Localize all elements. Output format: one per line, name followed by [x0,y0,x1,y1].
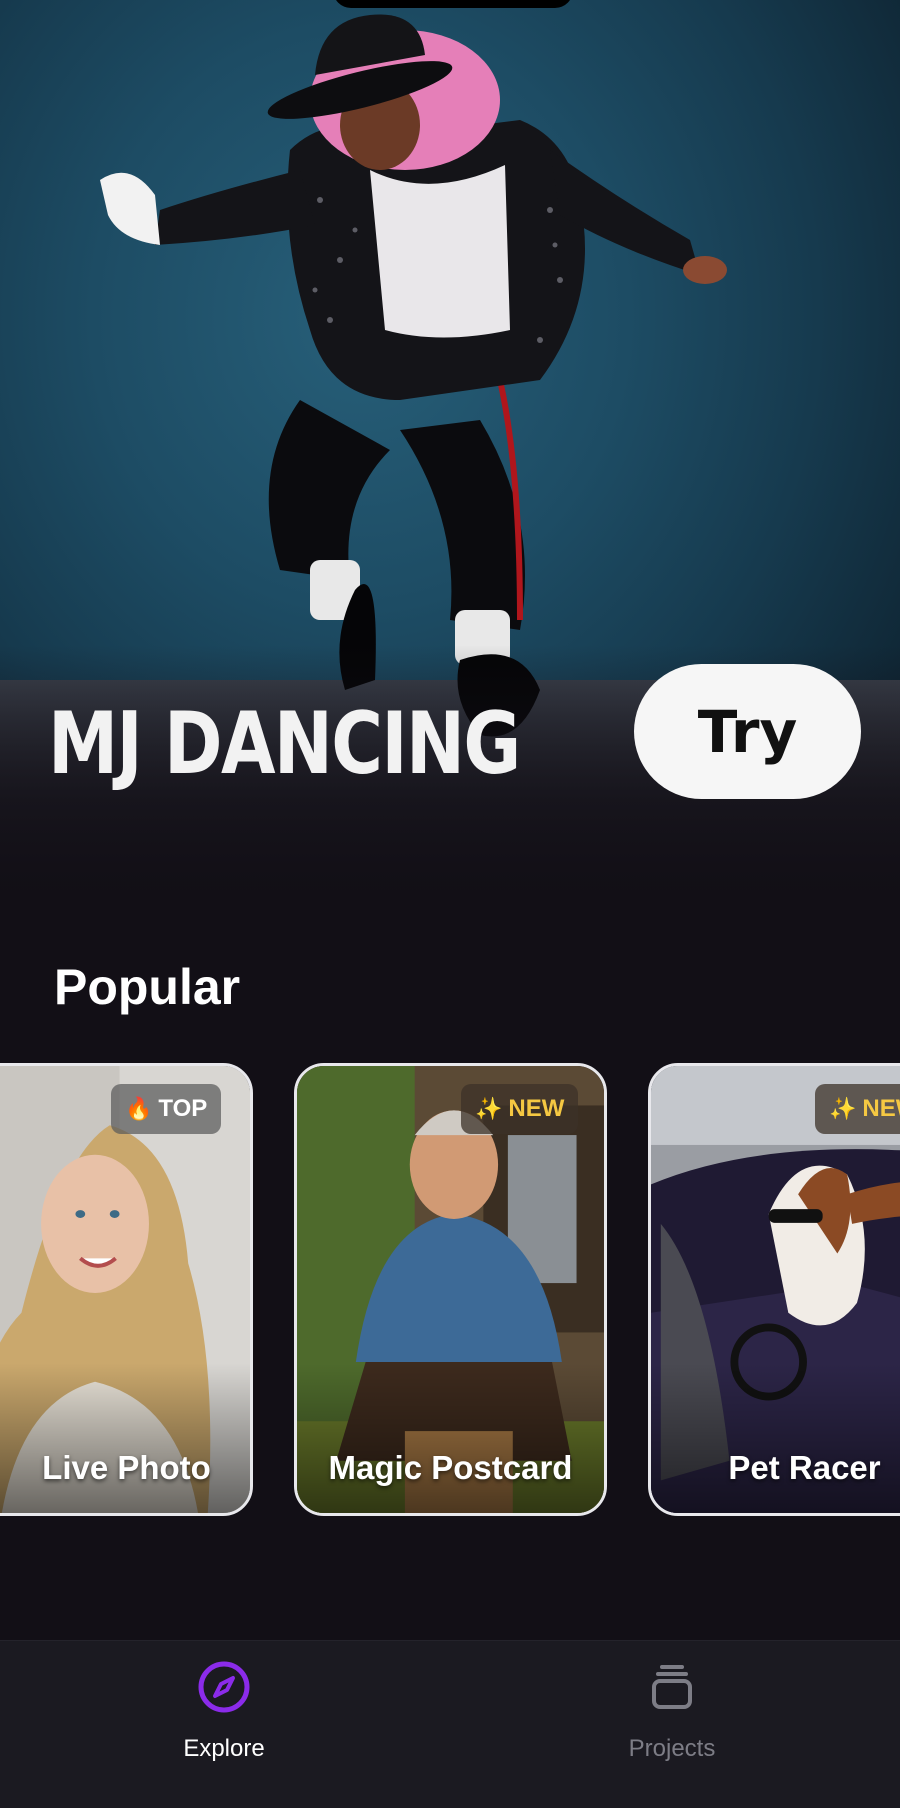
card-label-pet-racer: Pet Racer [728,1449,881,1486]
badge-label: NEW [862,1095,900,1122]
hero-title: MJ DANCING [48,694,521,794]
sparkles-icon: ✨ [829,1096,857,1121]
hero-banner[interactable]: MJ DANCING Try [0,0,900,905]
tab-label-projects: Projects [628,1735,716,1762]
fire-icon: 🔥 [125,1096,153,1121]
sparkles-icon: ✨ [475,1096,503,1121]
try-button[interactable]: Try [634,664,861,799]
tab-projects[interactable]: Projects [572,1659,772,1769]
card-label-live-photo: Live Photo [42,1449,211,1486]
tab-label-explore: Explore [183,1735,265,1762]
bottom-tab-bar: Explore Projects [0,1640,900,1808]
badge-new: ✨ NEW [815,1084,900,1134]
card-pet-racer[interactable]: ✨ NEW Pet Racer [648,1063,900,1516]
badge-label: TOP [158,1095,208,1122]
badge-top: 🔥 TOP [111,1084,222,1134]
badge-label: NEW [508,1095,565,1122]
badge-new: ✨ NEW [461,1084,579,1134]
tab-explore[interactable]: Explore [124,1659,324,1769]
card-magic-postcard[interactable]: ✨ NEW Magic Postcard [294,1063,607,1516]
compass-icon [198,1661,250,1713]
card-shade [0,1363,250,1513]
section-title-popular: Popular [54,959,241,1015]
card-label-magic-postcard: Magic Postcard [328,1449,573,1486]
device-notch [333,0,573,8]
card-live-photo[interactable]: 🔥 TOP Live Photo [0,1063,253,1516]
stack-icon [652,1665,692,1709]
card-shade [651,1363,900,1513]
app-root: MJ DANCING Try Popular 🔥 TOP Live Photo [0,0,900,1808]
card-shade [297,1363,604,1513]
